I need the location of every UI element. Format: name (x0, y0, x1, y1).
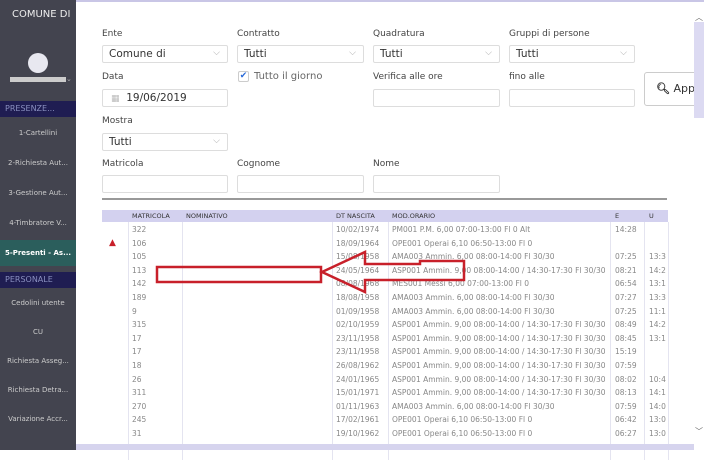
scroll-up-icon[interactable]: ︿ (695, 12, 703, 23)
horizontal-scrollbar[interactable] (76, 444, 694, 450)
annotation-overlay (0, 0, 704, 450)
arrow-left-annotation (322, 252, 464, 292)
highlight-rectangle (157, 267, 321, 282)
scrollbar-thumb[interactable] (694, 22, 704, 118)
scroll-down-icon[interactable]: ﹀ (695, 426, 703, 437)
